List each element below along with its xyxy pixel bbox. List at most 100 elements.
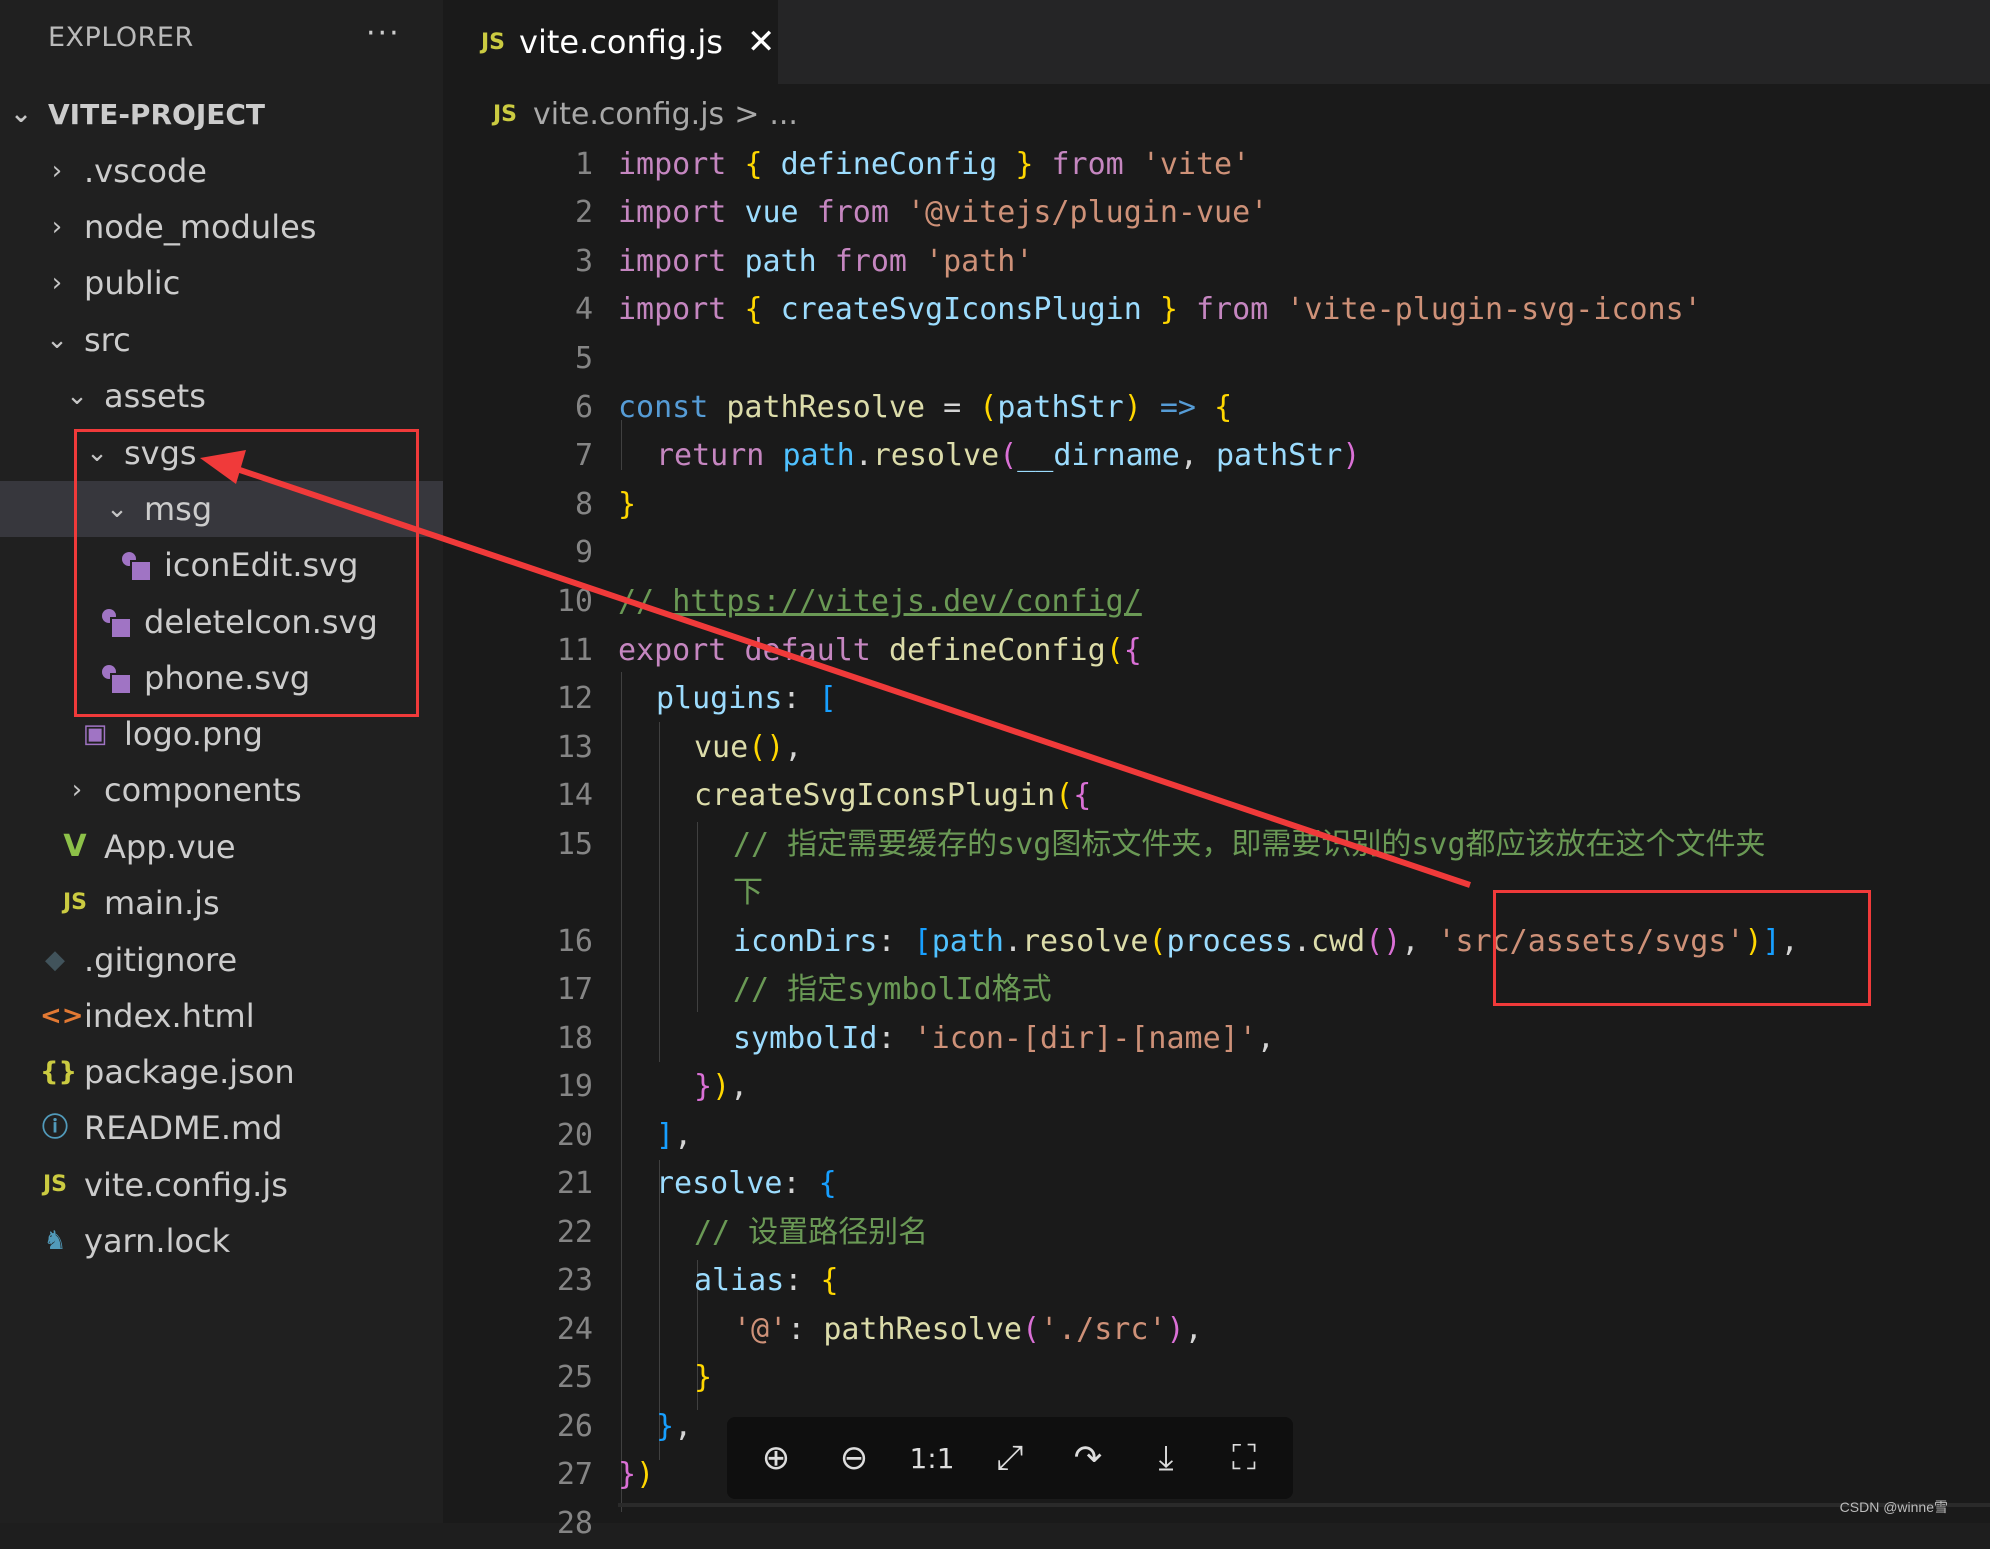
tree-item-svgs[interactable]: ⌄ svgs <box>0 425 443 481</box>
tree-item-gitignore[interactable]: ◆ .gitignore <box>0 932 443 988</box>
close-icon[interactable]: ✕ <box>747 22 776 62</box>
tree-item-label: main.js <box>104 884 220 922</box>
tree-item-index-html[interactable]: <> index.html <box>0 988 443 1044</box>
line-number: 15 <box>556 827 593 862</box>
chevron-right-icon: › <box>51 268 63 298</box>
tab-bar: JS vite.config.js ✕ <box>443 0 1990 84</box>
tree-item-src[interactable]: ⌄ src <box>0 312 443 368</box>
tree-root-vite-project[interactable]: ⌄ VITE-PROJECT <box>0 86 443 142</box>
tree-item-vscode[interactable]: › .vscode <box>0 143 443 199</box>
line-number: 5 <box>574 341 593 376</box>
line-number: 19 <box>556 1069 593 1104</box>
tree-item-label: App.vue <box>104 828 236 866</box>
tree-item-iconedit-svg[interactable]: iconEdit.svg <box>0 537 443 593</box>
tree-item-package-json[interactable]: {} package.json <box>0 1044 443 1100</box>
chevron-right-icon: › <box>51 212 63 242</box>
line-number: 21 <box>556 1166 593 1201</box>
code-line-25: } <box>694 1360 713 1395</box>
html-file-icon: <> <box>40 1001 84 1031</box>
code-line-11: export default defineConfig({ <box>618 633 1142 668</box>
image-viewer-toolbar: ⊕ ⊖ 1:1 ⤢ ↷ ⤓ ⛶ <box>727 1417 1293 1499</box>
tree-item-label: index.html <box>84 997 255 1035</box>
svg-file-icon <box>100 663 132 695</box>
watermark: CSDN @winne雪 <box>1839 1499 1948 1515</box>
code-line-3: import path from 'path' <box>618 244 1034 279</box>
js-file-icon: JS <box>62 890 88 915</box>
code-line-13: vue(), <box>694 730 803 765</box>
zoom-out-button[interactable]: ⊖ <box>824 1438 884 1478</box>
tree-item-label: VITE-PROJECT <box>48 97 266 131</box>
editor-area: JS vite.config.js ✕ JS vite.config.js > … <box>443 0 1990 1541</box>
tree-item-readme-md[interactable]: ⓘ README.md <box>0 1100 443 1156</box>
tree-item-msg[interactable]: ⌄ msg <box>0 481 443 537</box>
yarn-file-icon: ♞ <box>43 1226 67 1256</box>
tree-item-label: deleteIcon.svg <box>144 603 378 641</box>
js-file-icon: JS <box>493 101 518 127</box>
line-number: 17 <box>556 972 593 1007</box>
tree-item-phone-svg[interactable]: phone.svg <box>0 650 443 706</box>
config-link[interactable]: https://vitejs.dev/config/ <box>672 584 1142 619</box>
tree-item-deleteicon-svg[interactable]: deleteIcon.svg <box>0 594 443 650</box>
tree-item-label: .gitignore <box>84 941 238 979</box>
code-line-20: ], <box>656 1118 693 1153</box>
fullscreen-button[interactable]: ⛶ <box>1214 1438 1274 1478</box>
tree-item-label: phone.svg <box>144 659 311 697</box>
code-line-24: '@': pathResolve('./src'), <box>733 1312 1203 1347</box>
code-line-18: symbolId: 'icon-[dir]-[name]', <box>733 1021 1275 1056</box>
line-number: 23 <box>556 1263 593 1298</box>
line-number: 7 <box>574 438 593 473</box>
current-line-highlight <box>618 1503 1990 1507</box>
expand-button[interactable]: ⤢ <box>980 1438 1040 1478</box>
tree-item-label: assets <box>104 377 206 415</box>
chevron-down-icon: ⌄ <box>10 99 32 129</box>
indent-guide <box>621 672 622 1512</box>
rotate-button[interactable]: ↷ <box>1058 1438 1118 1478</box>
tree-item-components[interactable]: › components <box>0 762 443 818</box>
git-file-icon: ◆ <box>45 945 65 975</box>
line-number: 8 <box>574 487 593 522</box>
code-line-8: } <box>618 487 637 522</box>
chevron-down-icon: ⌄ <box>86 438 108 468</box>
tree-item-yarn-lock[interactable]: ♞ yarn.lock <box>0 1213 443 1269</box>
tree-item-label: logo.png <box>124 715 263 753</box>
line-number: 25 <box>556 1360 593 1395</box>
tree-item-label: .vscode <box>84 152 207 190</box>
js-file-icon: JS <box>42 1172 68 1197</box>
line-number: 13 <box>556 730 593 765</box>
json-file-icon: {} <box>40 1057 78 1087</box>
zoom-in-button[interactable]: ⊕ <box>746 1438 806 1478</box>
tree-item-label: iconEdit.svg <box>164 546 359 584</box>
code-line-7: return path.resolve(__dirname, pathStr) <box>656 438 1361 473</box>
code-line-10: // https://vitejs.dev/config/ <box>618 584 1142 619</box>
tree-item-assets[interactable]: ⌄ assets <box>0 368 443 424</box>
line-number: 27 <box>556 1457 593 1492</box>
line-number: 20 <box>556 1118 593 1153</box>
breadcrumb-symbols[interactable]: ... <box>769 97 798 132</box>
tab-title: vite.config.js <box>519 23 723 61</box>
code-line-23: alias: { <box>694 1263 839 1298</box>
download-button[interactable]: ⤓ <box>1136 1438 1196 1478</box>
tab-vite-config-js[interactable]: JS vite.config.js ✕ <box>443 0 778 84</box>
line-number: 10 <box>556 584 593 619</box>
tree-item-logo-png[interactable]: ▣ logo.png <box>0 706 443 762</box>
more-actions-button[interactable]: ··· <box>366 16 401 51</box>
breadcrumb-file[interactable]: vite.config.js <box>533 97 724 132</box>
line-number: 28 <box>556 1506 593 1541</box>
line-number: 3 <box>574 244 593 279</box>
tree-item-label: yarn.lock <box>84 1222 231 1260</box>
actual-size-button[interactable]: 1:1 <box>902 1442 962 1475</box>
code-line-15: // 指定需要缓存的svg图标文件夹，即需要识别的svg都应该放在这个文件夹 <box>733 827 1766 862</box>
explorer-header: EXPLORER <box>48 22 194 53</box>
tree-item-public[interactable]: › public <box>0 255 443 311</box>
line-number: 1 <box>574 147 593 182</box>
code-line-17: // 指定symbolId格式 <box>733 972 1052 1007</box>
tree-item-node-modules[interactable]: › node_modules <box>0 199 443 255</box>
tree-item-app-vue[interactable]: V App.vue <box>0 819 443 875</box>
code-line-21: resolve: { <box>656 1166 837 1201</box>
tree-item-vite-config-js[interactable]: JS vite.config.js <box>0 1157 443 1213</box>
explorer-sidebar: EXPLORER ··· ⌄ VITE-PROJECT › .vscode › … <box>0 0 443 1523</box>
breadcrumb: JS vite.config.js > ... <box>493 92 798 136</box>
svg-file-icon <box>100 607 132 639</box>
code-line-6: const pathResolve = (pathStr) => { <box>618 390 1233 425</box>
tree-item-main-js[interactable]: JS main.js <box>0 875 443 931</box>
